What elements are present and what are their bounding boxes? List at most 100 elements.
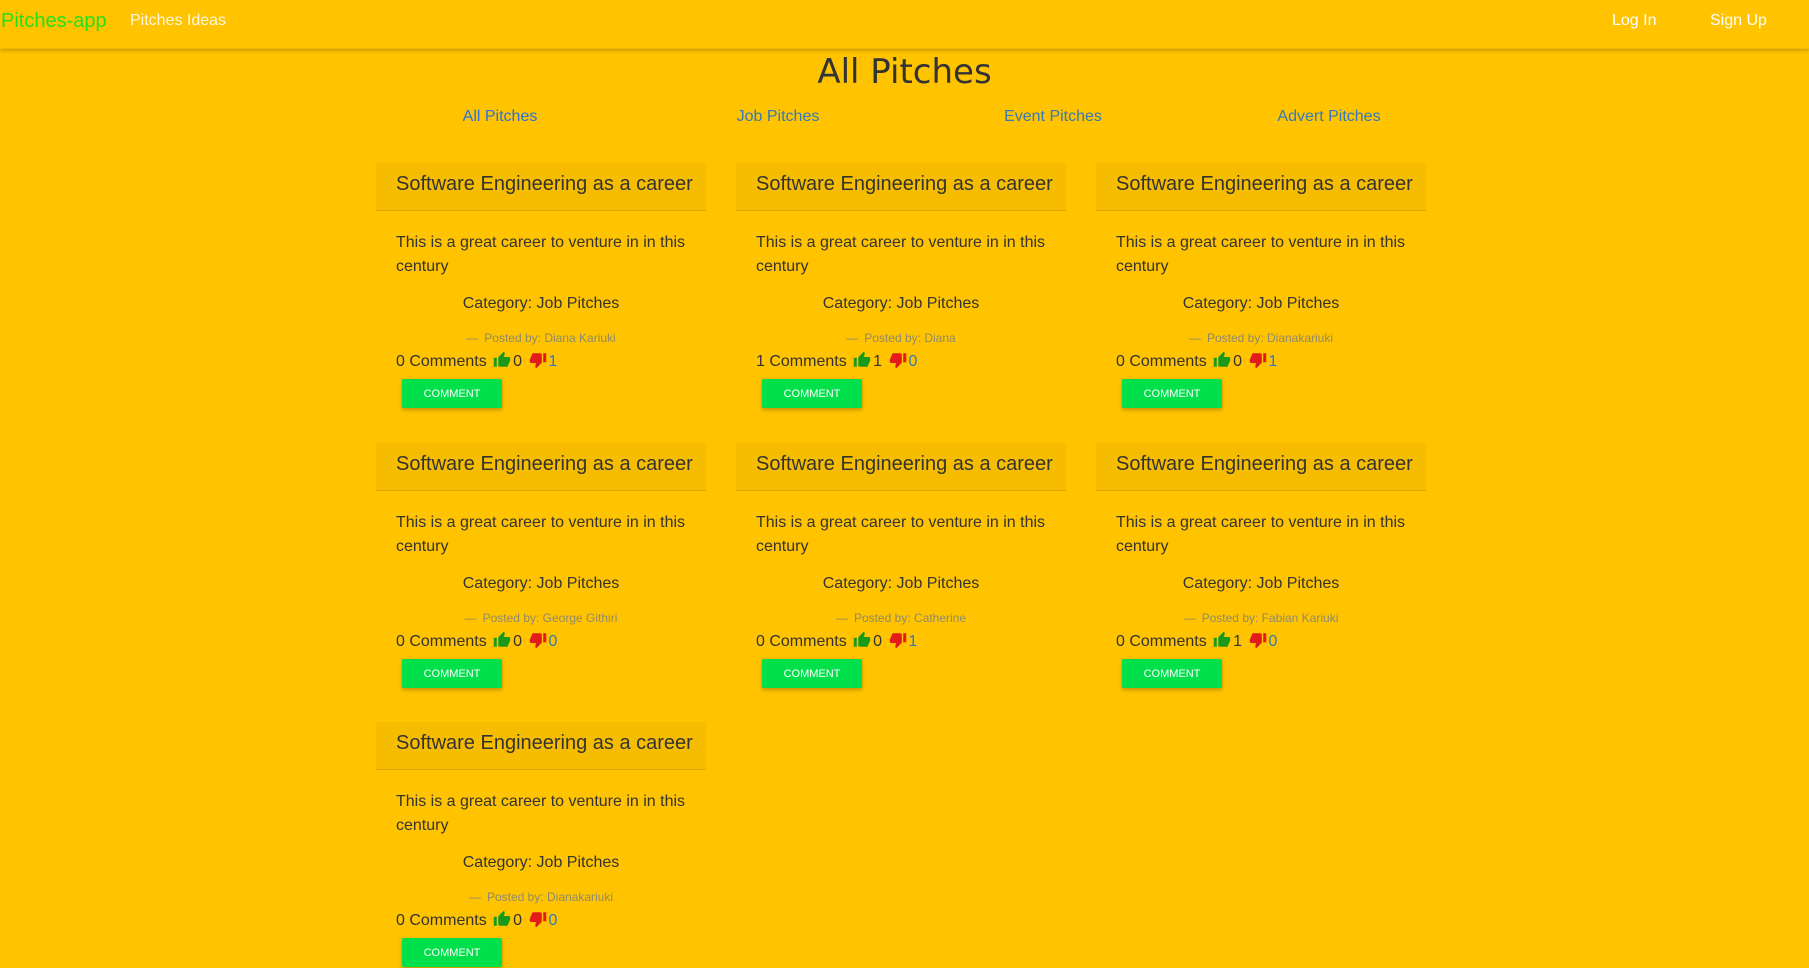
upvote-count: 0 bbox=[513, 912, 523, 929]
pitch-author-text: Posted by: Dianakariuki bbox=[486, 890, 614, 904]
comment-count[interactable]: 0 Comments bbox=[756, 633, 847, 650]
pitch-category: Category: Job Pitches bbox=[822, 295, 980, 312]
pitch-card: Software Engineering as a career This is… bbox=[1096, 163, 1426, 408]
dash-icon: — bbox=[464, 611, 477, 625]
pitch-body: This is a great career to venture in in … bbox=[736, 211, 1066, 408]
downvote-count: 1 bbox=[908, 633, 918, 650]
pitch-author: — Posted by: Diana bbox=[756, 331, 1046, 345]
pitches-ideas-link[interactable]: Pitches Ideas bbox=[130, 12, 226, 30]
dash-icon: — bbox=[1183, 611, 1196, 625]
pitch-body: This is a great career to venture in in … bbox=[376, 770, 706, 967]
signup-link[interactable]: Sign Up bbox=[1710, 12, 1767, 30]
pitch-stats: 0 Comments 0 1 bbox=[1116, 351, 1406, 373]
downvote-count: 0 bbox=[548, 912, 558, 929]
pitch-title: Software Engineering as a career bbox=[376, 163, 706, 211]
pitch-title: Software Engineering as a career bbox=[736, 443, 1066, 491]
pitch-card: Software Engineering as a career This is… bbox=[376, 443, 706, 688]
pitch-body: This is a great career to venture in in … bbox=[1096, 211, 1426, 408]
pitch-author-text: Posted by: Catherine bbox=[853, 611, 967, 625]
pitch-category: Category: Job Pitches bbox=[462, 575, 620, 592]
thumbs-up-icon[interactable] bbox=[493, 351, 511, 374]
pitch-author-text: Posted by: Diana Kariuki bbox=[484, 331, 616, 345]
comment-button[interactable]: COMMENT bbox=[1122, 379, 1222, 408]
pitch-title: Software Engineering as a career bbox=[1096, 443, 1426, 491]
thumbs-up-icon[interactable] bbox=[493, 631, 511, 654]
downvote-count: 0 bbox=[548, 633, 558, 650]
pitch-stats: 0 Comments 0 0 bbox=[396, 631, 686, 653]
pitch-card: Software Engineering as a career This is… bbox=[736, 163, 1066, 408]
pitch-title: Software Engineering as a career bbox=[1096, 163, 1426, 211]
pitch-title: Software Engineering as a career bbox=[376, 722, 706, 770]
pitch-stats: 0 Comments 0 1 bbox=[756, 631, 1046, 653]
pitch-card: Software Engineering as a career This is… bbox=[1096, 443, 1426, 688]
upvote-count: 1 bbox=[873, 353, 883, 370]
thumbs-up-icon[interactable] bbox=[853, 631, 871, 654]
pitch-description: This is a great career to venture in in … bbox=[396, 514, 686, 555]
login-link[interactable]: Log In bbox=[1612, 12, 1656, 30]
pitch-author: — Posted by: Diana Kariuki bbox=[396, 331, 686, 345]
tab-all-pitches[interactable]: All Pitches bbox=[375, 108, 625, 126]
comment-count[interactable]: 0 Comments bbox=[396, 912, 487, 929]
tab-advert-pitches[interactable]: Advert Pitches bbox=[1204, 108, 1454, 126]
category-tabs: All Pitches Job Pitches Event Pitches Ad… bbox=[375, 108, 1435, 132]
downvote-count: 0 bbox=[1268, 633, 1278, 650]
pitch-author-text: Posted by: George Githiri bbox=[482, 611, 618, 625]
dash-icon: — bbox=[466, 331, 479, 345]
comment-button[interactable]: COMMENT bbox=[402, 379, 502, 408]
pitch-category: Category: Job Pitches bbox=[1182, 575, 1340, 592]
pitch-author-text: Posted by: Dianakariuki bbox=[1206, 331, 1334, 345]
thumbs-down-icon[interactable] bbox=[529, 351, 547, 374]
pitch-stats: 0 Comments 0 1 bbox=[396, 351, 686, 373]
pitch-description: This is a great career to venture in in … bbox=[1116, 234, 1406, 275]
thumbs-down-icon[interactable] bbox=[1249, 631, 1267, 654]
pitch-category: Category: Job Pitches bbox=[1182, 295, 1340, 312]
pitch-body: This is a great career to venture in in … bbox=[376, 211, 706, 408]
comment-count[interactable]: 0 Comments bbox=[1116, 353, 1207, 370]
pitch-author-text: Posted by: Fabian Kariuki bbox=[1201, 611, 1339, 625]
thumbs-down-icon[interactable] bbox=[889, 351, 907, 374]
thumbs-up-icon[interactable] bbox=[1213, 631, 1231, 654]
page-title: All Pitches bbox=[817, 52, 992, 92]
pitch-card: Software Engineering as a career This is… bbox=[376, 163, 706, 408]
brand-link[interactable]: Pitches-app bbox=[1, 10, 107, 33]
comment-count[interactable]: 1 Comments bbox=[756, 353, 847, 370]
thumbs-up-icon[interactable] bbox=[853, 351, 871, 374]
tab-event-pitches[interactable]: Event Pitches bbox=[928, 108, 1178, 126]
comment-button[interactable]: COMMENT bbox=[762, 659, 862, 688]
pitch-author: — Posted by: Fabian Kariuki bbox=[1116, 611, 1406, 625]
upvote-count: 0 bbox=[1233, 353, 1243, 370]
thumbs-up-icon[interactable] bbox=[1213, 351, 1231, 374]
navbar: Pitches-app Pitches Ideas Log In Sign Up bbox=[0, 0, 1809, 49]
pitch-stats: 0 Comments 1 0 bbox=[1116, 631, 1406, 653]
comment-button[interactable]: COMMENT bbox=[402, 938, 502, 967]
upvote-count: 0 bbox=[873, 633, 883, 650]
comment-count[interactable]: 0 Comments bbox=[396, 353, 487, 370]
thumbs-down-icon[interactable] bbox=[529, 631, 547, 654]
dash-icon: — bbox=[1188, 331, 1201, 345]
comment-count[interactable]: 0 Comments bbox=[396, 633, 487, 650]
dash-icon: — bbox=[468, 890, 481, 904]
pitch-author: — Posted by: Dianakariuki bbox=[1116, 331, 1406, 345]
thumbs-down-icon[interactable] bbox=[1249, 351, 1267, 374]
upvote-count: 0 bbox=[513, 353, 523, 370]
comment-button[interactable]: COMMENT bbox=[402, 659, 502, 688]
downvote-count: 1 bbox=[1268, 353, 1278, 370]
downvote-count: 0 bbox=[908, 353, 918, 370]
pitch-description: This is a great career to venture in in … bbox=[1116, 514, 1406, 555]
comment-button[interactable]: COMMENT bbox=[1122, 659, 1222, 688]
comment-count[interactable]: 0 Comments bbox=[1116, 633, 1207, 650]
pitch-author-text: Posted by: Diana bbox=[864, 331, 956, 345]
pitch-description: This is a great career to venture in in … bbox=[756, 514, 1046, 555]
pitch-body: This is a great career to venture in in … bbox=[376, 491, 706, 688]
downvote-count: 1 bbox=[548, 353, 558, 370]
pitch-description: This is a great career to venture in in … bbox=[396, 793, 686, 834]
pitch-body: This is a great career to venture in in … bbox=[1096, 491, 1426, 688]
pitch-card: Software Engineering as a career This is… bbox=[736, 443, 1066, 688]
pitch-author: — Posted by: Dianakariuki bbox=[396, 890, 686, 904]
pitch-body: This is a great career to venture in in … bbox=[736, 491, 1066, 688]
pitch-author: — Posted by: Catherine bbox=[756, 611, 1046, 625]
tab-job-pitches[interactable]: Job Pitches bbox=[653, 108, 903, 126]
comment-button[interactable]: COMMENT bbox=[762, 379, 862, 408]
thumbs-down-icon[interactable] bbox=[889, 631, 907, 654]
pitch-stats: 0 Comments 0 0 bbox=[396, 910, 686, 932]
